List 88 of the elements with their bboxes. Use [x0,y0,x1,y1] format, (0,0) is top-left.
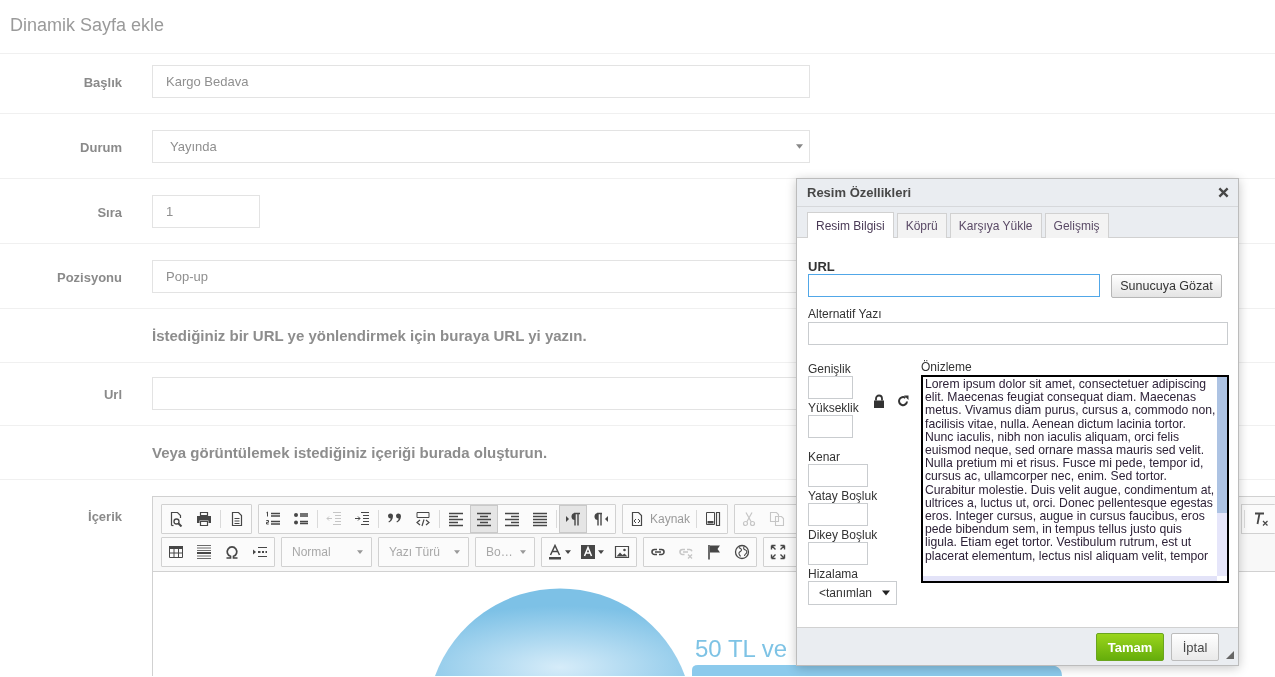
field-label: Pozisyonu [57,269,122,285]
align-right-icon [504,511,520,527]
tab[interactable]: Karşıya Yükle [949,213,1042,238]
print-icon [196,511,212,527]
alignment-select[interactable]: <tanımlan [808,581,897,605]
source-icon [629,511,645,527]
text-color-icon [546,544,563,560]
bulleted-list-icon [293,511,309,527]
font-dropdown[interactable]: Yazı Türü [378,537,469,567]
field-label: Url [103,386,122,402]
font-size-dropdown[interactable]: Bo… [475,537,535,567]
scissors-icon [741,511,758,527]
scrollbar-track[interactable] [923,576,1217,581]
scrollbar-thumb[interactable] [1217,377,1227,513]
caret-icon [597,550,604,554]
caret-icon [520,550,526,554]
numbered-list-icon [265,511,281,527]
field-label: Sıra [97,204,122,220]
url-label: URL [808,260,835,274]
field-label: Genişlik [808,362,851,376]
caret-icon [564,550,571,554]
caret-icon [454,550,460,554]
number-field[interactable] [808,464,868,487]
horizontal-line-icon [196,544,212,560]
text-direction-ltr-button[interactable] [559,505,587,533]
source-button[interactable]: Kaynak [623,505,695,533]
copy-icon [769,511,786,527]
image-icon [614,544,630,560]
field-label: Kenar [808,450,841,464]
align-center-icon [476,511,492,527]
document-icon [229,511,245,527]
code-block-icon [415,511,431,527]
field-label: Yatay Boşluk [808,489,878,503]
dialog-title: Resim Özellikleri [807,185,912,200]
field-label: Hizalama [808,567,858,581]
tab[interactable]: Gelişmiş [1044,213,1109,238]
number-field[interactable] [808,376,853,399]
text-field[interactable]: Kargo Bedava [152,65,810,98]
resize-grip-icon[interactable] [1226,651,1234,659]
dropdown-field[interactable]: Yayında [152,130,810,163]
hint-text: İstediğiniz bir URL ye yönlendirmek için buraya URL yi yazın. [152,326,587,346]
number-field[interactable] [808,415,853,438]
flag-icon [706,544,722,560]
blocks-icon [705,511,722,527]
url-field[interactable] [808,274,1100,297]
browse-server-button[interactable]: Sunucuya Gözat [1111,274,1222,298]
indent-icon [354,511,370,527]
caret-icon [796,144,803,149]
format-dropdown[interactable]: Normal [281,537,372,567]
omega-icon [224,544,240,560]
outdent-icon [326,511,342,527]
page-break-icon [252,544,268,560]
align-center-button[interactable] [470,505,498,533]
number-field[interactable] [808,503,868,526]
banner-text: 50 TL ve [695,636,788,662]
field-label: Başlık [83,74,122,90]
field-label: İçerik [88,509,122,524]
globe-icon [734,544,750,560]
background-color-icon [579,544,596,560]
caret-icon [882,590,890,596]
number-field[interactable] [808,542,868,565]
hint-text: Veya görüntülemek istediğiniz içeriği burada oluşturun. [152,443,548,463]
cancel-button[interactable]: İptal [1171,633,1219,661]
preview-text: Lorem ipsum dolor sit amet, consectetuer adipiscing elit. Maecenas feugiat consequat diam. Maecenas metus. Vivamus diam purus, cursus a, commodo non, facilisis vitae, nulla. Aenean dictum lacinia tortor. Nunc iaculis, nibh non iaculis aliquam, orci felis euismod neque, sed ornare massa mauris sed velit. Nulla pretium mi et risus. Fusce mi pede, tempor id, cursus ac, ullamcorper nec, enim. Sed tortor. Curabitur molestie. Duis velit augue, condimentum at, ultrices a, luctus ut, orci. Donec pellentesque egestas eros. Integer cursus, augue in cursus faucibus, eros pede bibendum sem, in tempus tellus justo quis ligula. Etiam eget tortor. Vestibulum rutrum, est ut placerat elementum, lectus nisl aliquam velit, tempor [924,377,1216,565]
preview-label: Önizleme [921,360,972,374]
preview-icon [168,511,184,527]
text-direction-ltr-icon [565,511,581,527]
page-title: Dinamik Sayfa ekle [10,14,165,36]
alt-text-label: Alternatif Yazı [808,307,882,321]
table-icon [168,544,184,560]
number-field[interactable]: 1 [152,195,260,228]
alt-text-field[interactable] [808,322,1228,345]
scrollbar-track[interactable] [1217,377,1227,576]
lock-icon[interactable] [873,394,885,408]
field-label: Dikey Boşluk [808,528,878,542]
remove-format-icon [1253,511,1269,527]
align-left-icon [448,511,464,527]
field-label: Yükseklik [808,401,859,415]
maximize-icon [770,544,786,560]
text-direction-rtl-icon [593,511,609,527]
ok-button[interactable]: Tamam [1096,633,1164,661]
justify-icon [532,511,548,527]
caret-icon [357,550,363,554]
field-label: Durum [80,139,122,155]
close-icon[interactable] [1218,187,1229,198]
tab[interactable]: Resim Bilgisi [807,212,894,238]
tab[interactable]: Köprü [896,213,947,238]
refresh-icon[interactable] [897,395,909,407]
